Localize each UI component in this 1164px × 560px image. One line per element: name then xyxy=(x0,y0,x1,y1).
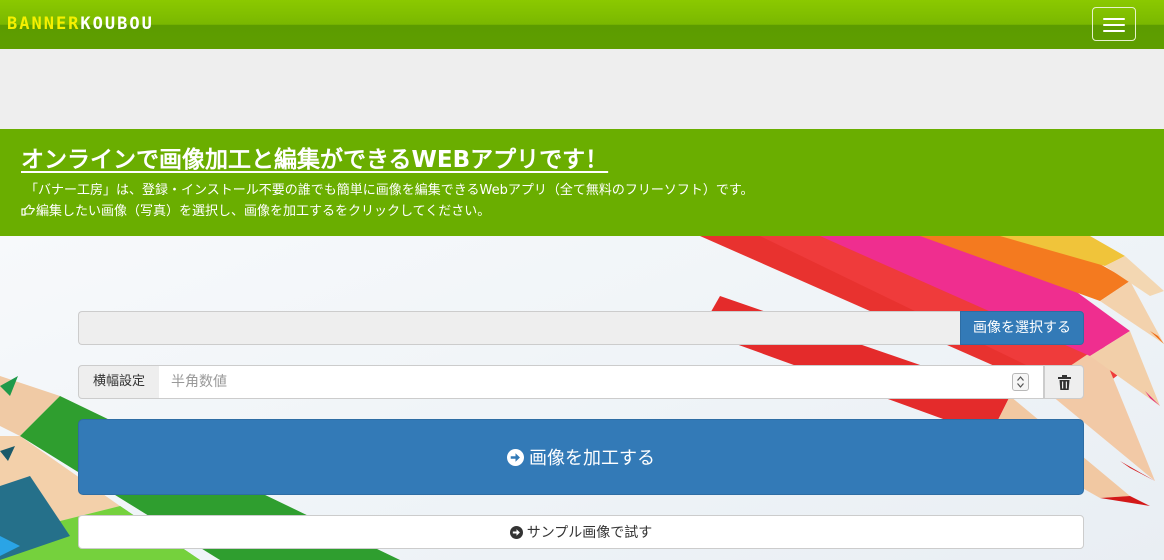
circle-arrow-right-icon xyxy=(507,448,524,466)
hero-banner: オンラインで画像加工と編集ができるWEBアプリです！ 「バナー工房」は、登録・イ… xyxy=(0,129,1164,236)
circle-arrow-right-icon xyxy=(509,525,523,539)
process-image-label: 画像を加工する xyxy=(529,448,655,469)
width-label: 横幅設定 xyxy=(78,365,160,399)
spinner-up-icon[interactable] xyxy=(1017,376,1024,381)
brand-part2: KOUBOU xyxy=(80,14,154,34)
brand-part1: BANNER xyxy=(7,14,81,34)
ad-space xyxy=(0,49,1164,129)
file-select-group: 画像を選択する xyxy=(78,311,1084,345)
usage-instruction: 編集したい画像（写真）を選択し、画像を加工するをクリックしてください。 xyxy=(21,203,490,221)
spinner-down-icon[interactable] xyxy=(1017,383,1024,388)
number-spinner[interactable] xyxy=(1012,373,1029,391)
instruction-text: 編集したい画像（写真）を選択し、画像を加工するをクリックしてください。 xyxy=(36,204,491,219)
trash-icon xyxy=(1058,375,1071,390)
width-input[interactable] xyxy=(159,365,1044,399)
width-setting-group: 横幅設定 xyxy=(78,365,1084,399)
app-description: 「バナー工房」は、登録・インストール不要の誰でも簡単に画像を編集できるWebアプ… xyxy=(25,183,754,198)
brand-logo[interactable]: BANNERKOUBOU xyxy=(7,13,154,35)
top-navbar: BANNERKOUBOU xyxy=(0,0,1164,49)
hand-point-right-icon xyxy=(21,204,35,216)
page-title: オンラインで画像加工と編集ができるWEBアプリです！ xyxy=(21,147,609,173)
select-image-button[interactable]: 画像を選択する xyxy=(960,311,1084,345)
process-image-button[interactable]: 画像を加工する xyxy=(78,419,1084,495)
hamburger-menu-icon[interactable] xyxy=(1092,7,1136,41)
try-sample-button[interactable]: サンプル画像で試す xyxy=(78,515,1084,549)
clear-width-button[interactable] xyxy=(1044,365,1084,399)
try-sample-label: サンプル画像で試す xyxy=(526,525,653,541)
selected-file-display[interactable] xyxy=(78,311,960,345)
